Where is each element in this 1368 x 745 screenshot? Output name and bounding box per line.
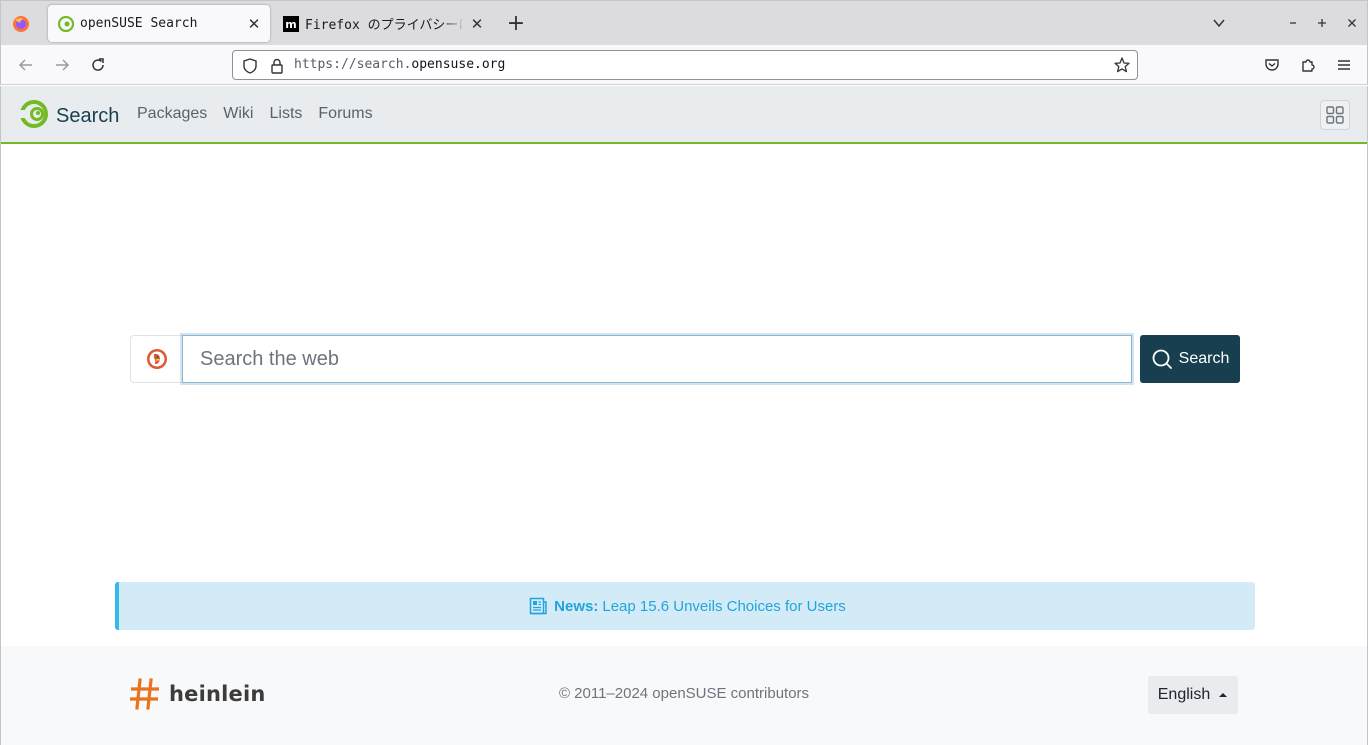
grid-icon <box>1326 106 1344 124</box>
brand-link[interactable]: Search <box>18 98 119 134</box>
url-scheme: https://search. <box>294 57 412 72</box>
news-label: News: <box>554 597 599 615</box>
brand-name: Search <box>56 104 120 127</box>
back-arrow-icon[interactable] <box>14 53 38 77</box>
tab-title: openSUSE Search <box>80 16 198 31</box>
list-all-tabs-chevron-icon[interactable] <box>1209 13 1229 33</box>
lock-icon[interactable] <box>269 57 285 79</box>
svg-text:m: m <box>285 18 296 31</box>
nav-link-forums[interactable]: Forums <box>318 105 372 123</box>
page: Search Packages Wiki Lists Forums Search… <box>0 86 1368 745</box>
duckduckgo-icon <box>146 349 167 369</box>
tracking-protection-shield-icon[interactable] <box>241 57 259 79</box>
bookmark-star-icon[interactable] <box>1113 56 1131 78</box>
mozilla-favicon-icon: m <box>283 15 299 32</box>
address-bar[interactable]: https://search.opensuse.org <box>232 50 1138 80</box>
tab-title: Firefox のプライバシーに関する通知 <box>305 18 465 33</box>
reload-icon[interactable] <box>86 53 110 77</box>
caret-up-icon <box>1219 693 1228 697</box>
news-banner: News: Leap 15.6 Unveils Choices for User… <box>115 582 1255 630</box>
close-tab-icon[interactable]: ✕ <box>242 12 266 36</box>
minimize-window-icon[interactable] <box>1283 13 1303 33</box>
pocket-icon[interactable] <box>1260 53 1284 77</box>
site-header: Search Packages Wiki Lists Forums <box>1 86 1367 144</box>
nav-link-lists[interactable]: Lists <box>269 105 302 123</box>
maximize-window-icon[interactable] <box>1312 13 1332 33</box>
browser-navbar: https://search.opensuse.org <box>0 45 1368 85</box>
newspaper-icon <box>528 596 548 616</box>
search-button-label: Search <box>1178 350 1230 367</box>
news-headline-link[interactable]: Leap 15.6 Unveils Choices for Users <box>602 598 845 615</box>
search-button[interactable]: Search <box>1140 335 1240 383</box>
magnifier-icon <box>1152 349 1172 369</box>
browser-tabbar: openSUSE Search ✕ m Firefox のプライバシーに関する通… <box>0 0 1368 45</box>
tab-opensuse-search[interactable]: openSUSE Search ✕ <box>48 5 270 42</box>
firefox-logo-icon[interactable] <box>11 14 31 34</box>
nav-link-wiki[interactable]: Wiki <box>223 105 253 123</box>
forward-arrow-icon[interactable] <box>50 53 74 77</box>
opensuse-favicon-icon <box>57 15 75 32</box>
url-text[interactable]: https://search.opensuse.org <box>294 57 505 72</box>
nav-link-packages[interactable]: Packages <box>137 105 207 123</box>
search-input[interactable] <box>182 335 1132 383</box>
extensions-puzzle-icon[interactable] <box>1296 53 1320 77</box>
url-host: opensuse.org <box>411 57 506 72</box>
footer: heinlein © 2011–2024 openSUSE contributo… <box>1 646 1367 745</box>
duckduckgo-engine-addon <box>130 335 182 383</box>
opensuse-logo-icon <box>18 98 48 134</box>
tab-firefox-privacy[interactable]: m Firefox のプライバシーに関する通知 ✕ <box>273 5 493 42</box>
close-tab-icon[interactable]: ✕ <box>465 12 489 36</box>
hamburger-menu-icon[interactable] <box>1332 53 1356 77</box>
language-selector[interactable]: English <box>1148 676 1238 714</box>
new-tab-plus-icon[interactable]: + <box>504 12 528 36</box>
language-label: English <box>1157 686 1211 703</box>
apps-grid-button[interactable] <box>1320 100 1350 130</box>
close-window-icon[interactable] <box>1342 13 1362 33</box>
search-form: Search <box>130 335 1240 383</box>
site-nav: Packages Wiki Lists Forums <box>137 105 373 123</box>
